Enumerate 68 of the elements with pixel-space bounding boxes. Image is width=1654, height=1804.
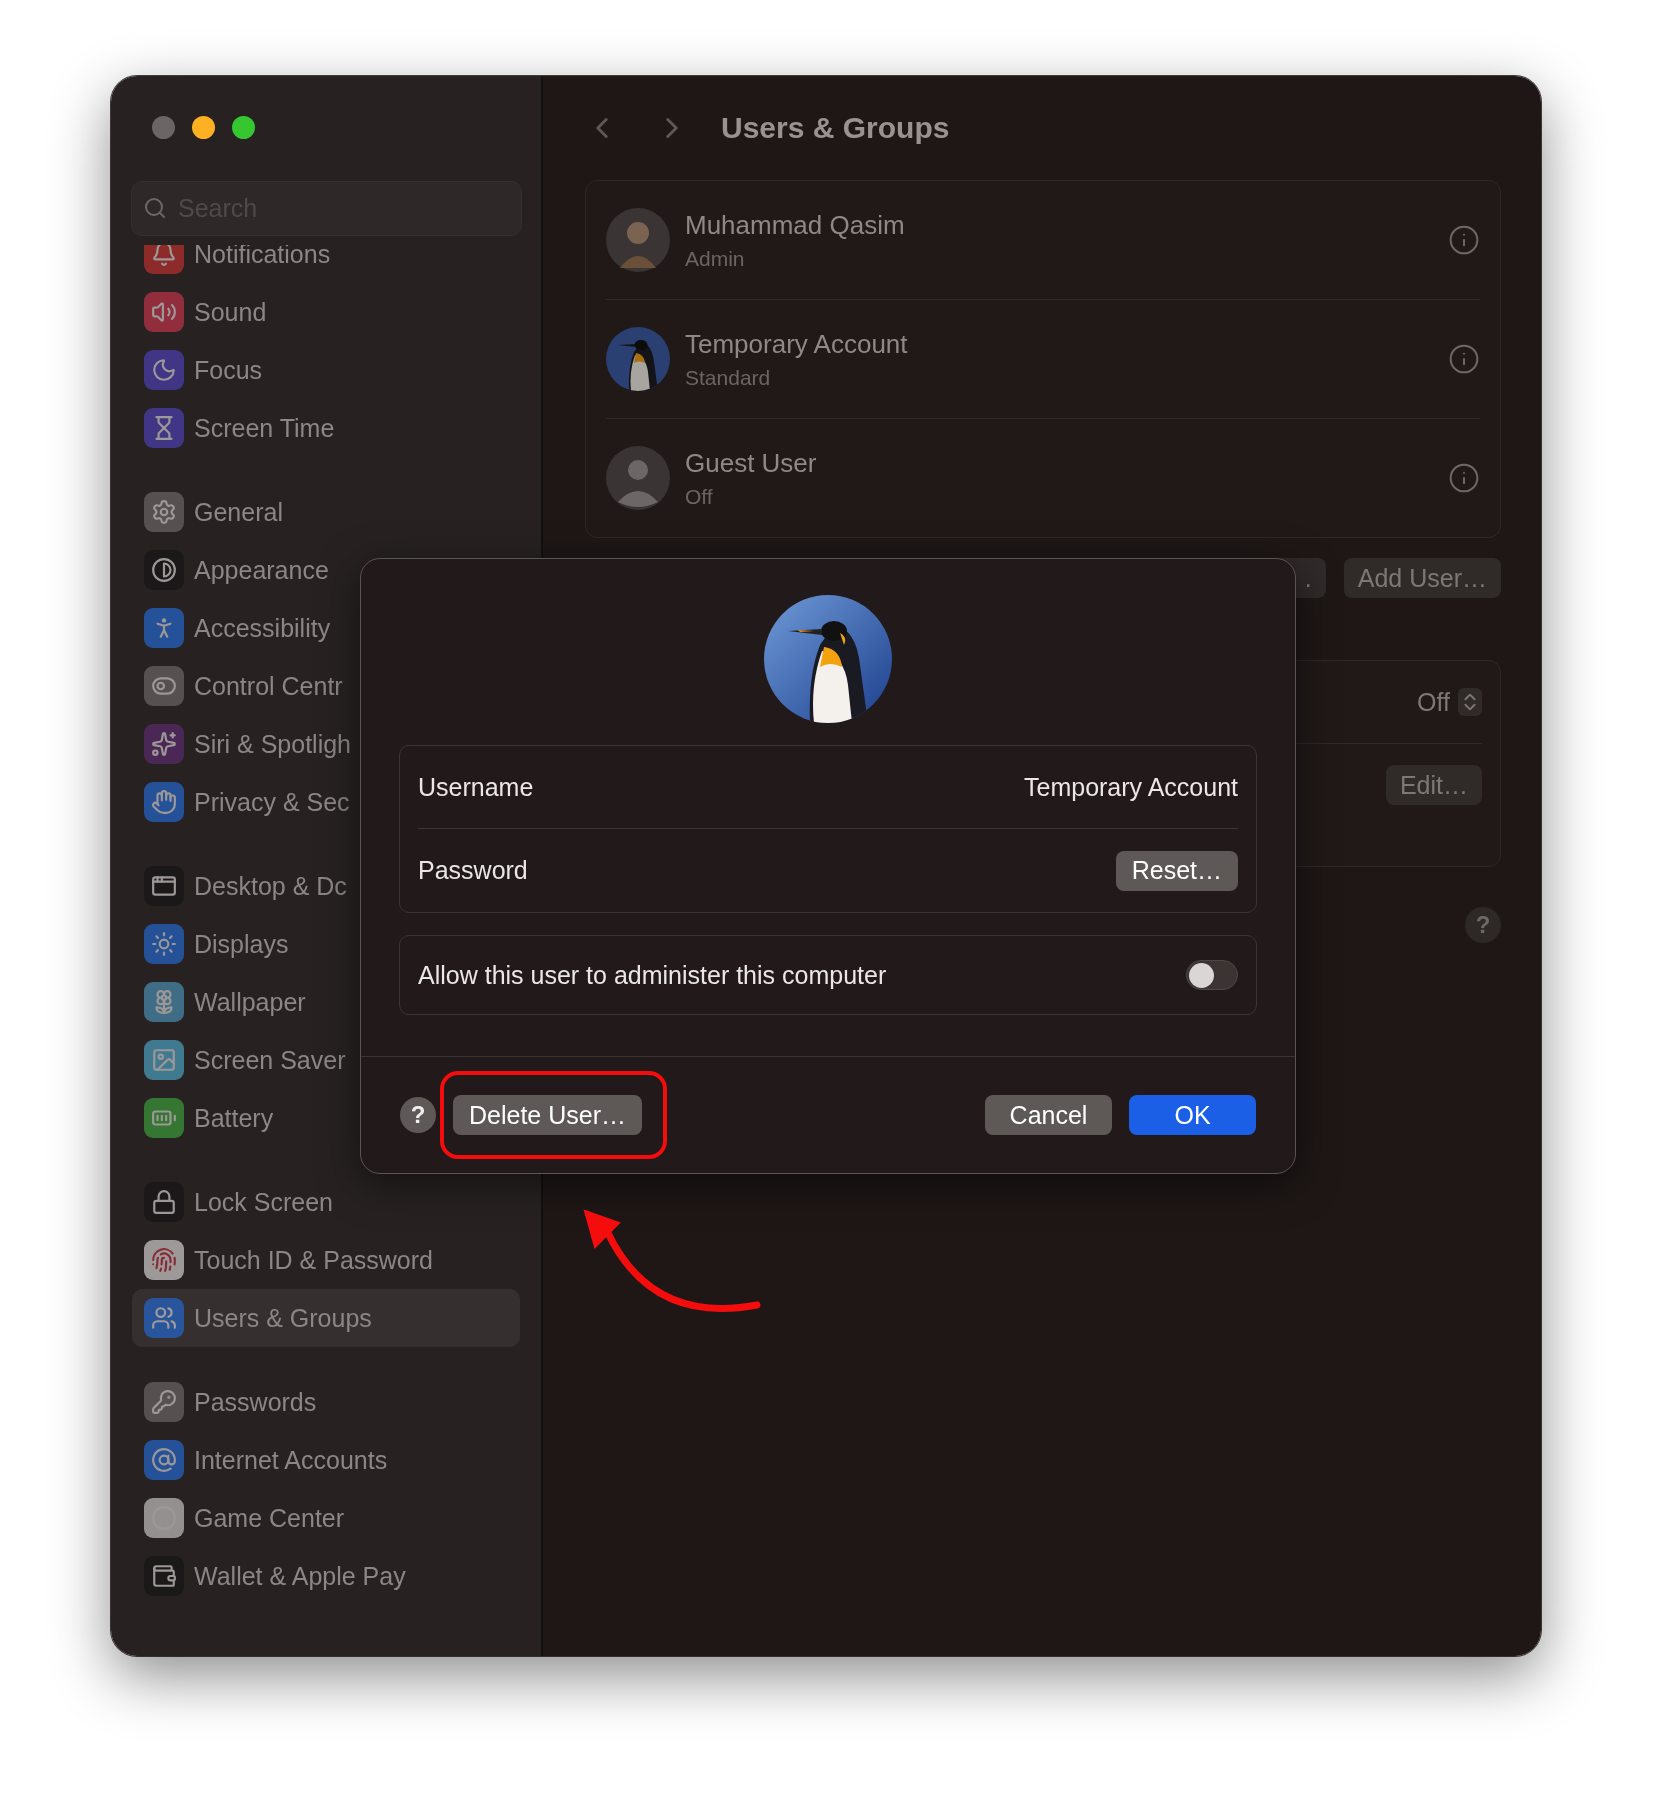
sidebar-item[interactable]: Notifications xyxy=(132,245,520,283)
key-icon xyxy=(144,1382,184,1422)
sidebar-item[interactable]: Siri & Spotligh xyxy=(132,715,520,773)
close-button[interactable] xyxy=(152,116,175,139)
sidebar-item[interactable]: Internet Accounts xyxy=(132,1431,520,1489)
sidebar-item[interactable]: Wallet & Apple Pay xyxy=(132,1547,520,1605)
sidebar-item[interactable]: Focus xyxy=(132,341,520,399)
sidebar-item[interactable]: Sound xyxy=(132,283,520,341)
user-role: Admin xyxy=(685,246,746,271)
moon-icon xyxy=(144,350,184,390)
toggle-switch[interactable] xyxy=(1186,960,1238,990)
cancel-button[interactable]: Cancel xyxy=(985,1095,1112,1135)
user-role: Off xyxy=(685,484,714,509)
user-role: Standard xyxy=(685,365,772,390)
delete-user-button[interactable]: Delete User… xyxy=(453,1095,642,1135)
bell-icon xyxy=(144,245,184,274)
info-icon[interactable] xyxy=(1448,343,1480,375)
person-icon xyxy=(144,608,184,648)
people-icon xyxy=(144,1298,184,1338)
edit-button[interactable]: Edit… xyxy=(1385,765,1482,805)
reset-button[interactable]: Reset… xyxy=(1115,850,1238,891)
field-value: Temporary Account xyxy=(1024,772,1238,802)
admin-label: Allow this user to administer this computer xyxy=(418,960,887,990)
speaker-icon xyxy=(144,292,184,332)
at-sign-icon xyxy=(144,1440,184,1480)
add-user-button[interactable]: Add User… xyxy=(1343,558,1501,598)
stepper-icon xyxy=(1458,688,1482,716)
minimize-button[interactable] xyxy=(192,116,215,139)
battery-icon xyxy=(144,1098,184,1138)
ok-button[interactable]: OK xyxy=(1129,1095,1256,1135)
fingerprint-icon xyxy=(144,1240,184,1280)
picture-frame-icon xyxy=(144,1040,184,1080)
toggles-icon xyxy=(144,666,184,706)
sidebar-item[interactable]: Screen Time xyxy=(132,399,520,457)
sidebar-item[interactable]: Game Center xyxy=(132,1489,520,1547)
user-name: Muhammad Qasim xyxy=(685,209,906,241)
help-button[interactable]: ? xyxy=(1465,907,1501,943)
hand-icon xyxy=(144,782,184,822)
flower-icon xyxy=(144,982,184,1022)
sidebar-item[interactable]: Accessibility xyxy=(132,599,520,657)
info-icon[interactable] xyxy=(1448,224,1480,256)
field-label: Username xyxy=(418,772,534,802)
sidebar-item[interactable]: Screen Saver xyxy=(132,1031,520,1089)
search-icon xyxy=(143,196,167,220)
zoom-button[interactable] xyxy=(232,116,255,139)
hourglass-icon xyxy=(144,408,184,448)
sidebar-item[interactable]: Lock Screen xyxy=(132,1173,520,1231)
gear-icon xyxy=(144,492,184,532)
avatar xyxy=(606,208,670,272)
info-icon[interactable] xyxy=(1448,462,1480,494)
help-button[interactable]: ? xyxy=(400,1097,436,1133)
sun-icon xyxy=(144,924,184,964)
sidebar-item[interactable]: General xyxy=(132,483,520,541)
popup-menu[interactable]: Off xyxy=(1417,687,1482,717)
sidebar-item[interactable]: Passwords xyxy=(132,1373,520,1431)
field-label: Password xyxy=(418,856,528,885)
lock-icon xyxy=(144,1182,184,1222)
sidebar-item[interactable]: Control Centr xyxy=(132,657,520,715)
page-title: Users & Groups xyxy=(721,111,950,145)
window-icon xyxy=(144,866,184,906)
wallet-icon xyxy=(144,1556,184,1596)
user-name: Temporary Account xyxy=(685,328,909,360)
sidebar-item[interactable]: Users & Groups xyxy=(132,1289,520,1347)
sidebar-item[interactable]: Appearance xyxy=(132,541,520,599)
sidebar-item[interactable]: Touch ID & Password xyxy=(132,1231,520,1289)
sparkle-icon xyxy=(144,724,184,764)
user-name: Guest User xyxy=(685,447,818,479)
avatar xyxy=(606,446,670,510)
